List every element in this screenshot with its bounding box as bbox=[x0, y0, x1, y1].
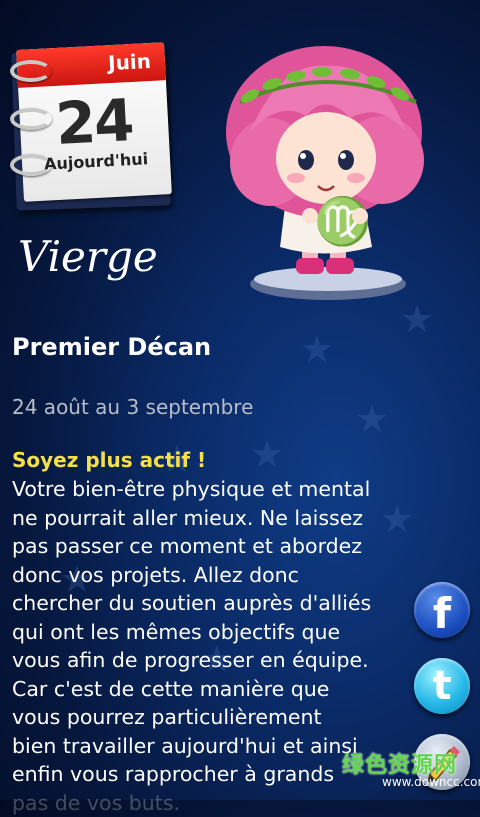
calendar-ring-icon bbox=[10, 154, 52, 176]
twitter-icon: t bbox=[414, 658, 470, 714]
facebook-share-button[interactable]: f bbox=[414, 582, 470, 638]
horoscope-headline: Soyez plus actif ! bbox=[12, 448, 206, 472]
watermark-url: www.downcc.com bbox=[382, 775, 480, 789]
horoscope-line: qui ont les mêmes objectifs que bbox=[12, 618, 402, 647]
calendar-ring-icon bbox=[10, 108, 52, 130]
facebook-icon: f bbox=[414, 582, 470, 638]
twitter-share-button[interactable]: t bbox=[414, 658, 470, 714]
calendar-month: Juin bbox=[108, 49, 152, 75]
horoscope-line: ne pourrait aller mieux. Ne laissez bbox=[12, 504, 402, 533]
horoscope-line: Votre bien-être physique et mental bbox=[12, 475, 402, 504]
decan-title: Premier Décan bbox=[12, 333, 211, 361]
horoscope-line: chercher du soutien auprès d'alliés bbox=[12, 589, 402, 618]
decan-date-range: 24 août au 3 septembre bbox=[12, 395, 253, 419]
horoscope-line: donc vos projets. Allez donc bbox=[12, 561, 402, 590]
calendar-widget: Juin 24 Aujourd'hui bbox=[10, 44, 170, 212]
sign-title: Vierge bbox=[18, 232, 158, 281]
virgo-character-illustration: ♍ bbox=[210, 32, 450, 312]
horoscope-line: vous afin de progresser en équipe. bbox=[12, 646, 402, 675]
horoscope-line: vous pourrez particulièrement bbox=[12, 703, 402, 732]
horoscope-line: Car c'est de cette manière que bbox=[12, 675, 402, 704]
site-watermark: 绿色资源网 www.downcc.com bbox=[340, 747, 476, 795]
calendar-ring-icon bbox=[10, 60, 52, 82]
horoscope-line: pas passer ce moment et abordez bbox=[12, 532, 402, 561]
